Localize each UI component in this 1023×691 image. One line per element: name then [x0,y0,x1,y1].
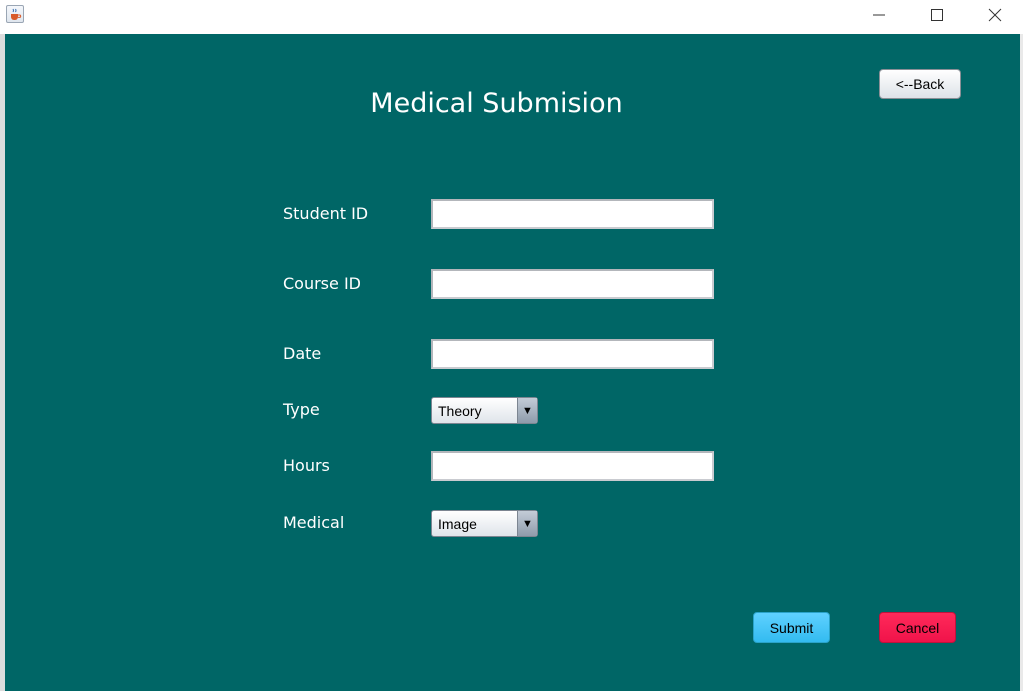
type-label: Type [283,400,320,419]
maximize-button[interactable] [914,0,960,30]
back-button[interactable]: <--Back [879,69,961,99]
student-id-label: Student ID [283,204,369,223]
chevron-down-icon[interactable]: ▼ [517,511,537,536]
close-window-button[interactable] [972,0,1018,30]
submit-button[interactable]: Submit [753,612,830,643]
course-id-field[interactable] [431,269,714,299]
java-cup-icon [6,5,24,23]
medical-selected-value: Image [438,516,477,532]
hours-label: Hours [283,456,330,475]
window-titlebar [0,0,1023,34]
student-id-field[interactable] [431,199,714,229]
course-id-label: Course ID [283,274,361,293]
close-icon [988,8,1002,22]
medical-dropdown[interactable]: Image ▼ [431,510,538,537]
chevron-down-icon[interactable]: ▼ [517,398,537,423]
type-selected-value: Theory [438,403,482,419]
hours-field[interactable] [431,451,714,481]
cancel-button[interactable]: Cancel [879,612,956,643]
minimize-button[interactable] [856,0,902,30]
medical-label: Medical [283,513,345,532]
maximize-icon [931,9,943,21]
date-field[interactable] [431,339,714,369]
date-label: Date [283,344,322,363]
minimize-icon [873,14,885,16]
type-dropdown[interactable]: Theory ▼ [431,397,538,424]
page-title: Medical Submision [370,88,623,119]
